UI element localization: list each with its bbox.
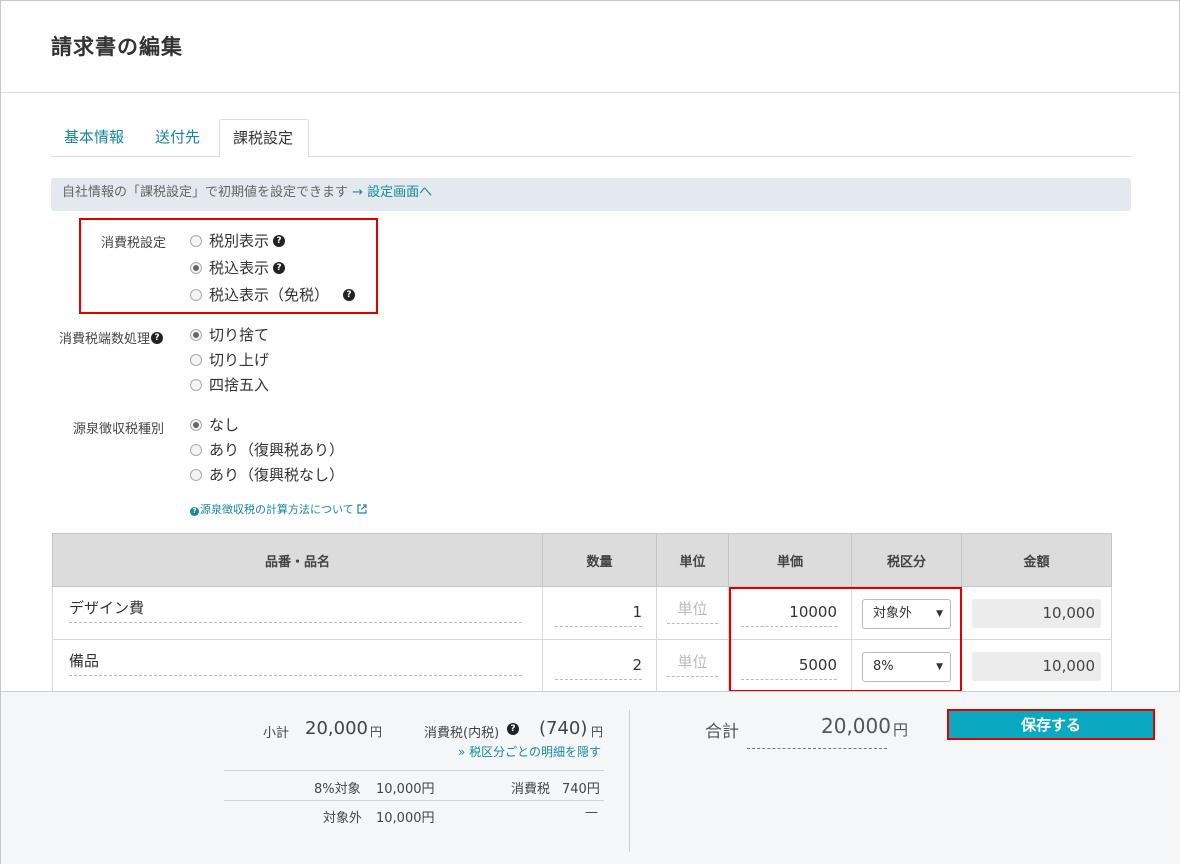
withholding-label: 源泉徴収税種別 [73, 422, 165, 437]
radio-tax-inclusive-exempt[interactable]: 税込表示（免税）? [190, 285, 356, 305]
radio-withholding-without-reconstruction[interactable]: あり（復興税なし） [190, 465, 344, 485]
col-header-amount: 金額 [961, 533, 1112, 587]
col-header-price: 単価 [728, 533, 852, 587]
rounding-label-text: 消費税端数処理 [59, 332, 151, 347]
page-header: 請求書の編集 [1, 1, 1179, 93]
radio-label: あり（復興税なし） [209, 466, 345, 484]
unit-input[interactable]: 単位 [667, 596, 718, 624]
cell-unit: 単位 [656, 639, 729, 693]
radio-button-checked[interactable] [190, 329, 202, 341]
radio-round-down[interactable]: 切り捨て [190, 325, 269, 345]
summary-footer: 小計 20,000 円 消費税(内税) ? (740) 円 » 税区分ごとの明細… [1, 691, 1180, 864]
toggle-detail-text: 税区分ごとの明細を隠す [469, 745, 602, 759]
breakdown-value: 10,000円 [376, 811, 435, 826]
tab-recipient[interactable]: 送付先 [143, 119, 213, 157]
breakdown-value: 10,000円 [376, 782, 435, 797]
col-header-item: 品番・品名 [52, 533, 543, 587]
radio-label: あり（復興税あり） [209, 441, 345, 459]
radio-button[interactable] [190, 469, 202, 481]
subtotal-value: 20,000 [305, 718, 368, 739]
radio-withholding-with-reconstruction[interactable]: あり（復興税あり） [190, 440, 344, 460]
toggle-detail-link[interactable]: » 税区分ごとの明細を隠す [458, 743, 601, 760]
divider [224, 800, 604, 801]
col-header-tax: 税区分 [851, 533, 962, 587]
external-link-icon [357, 504, 367, 514]
vertical-divider [629, 710, 630, 852]
cell-name: デザイン費 [52, 586, 543, 640]
radio-button[interactable] [190, 289, 202, 301]
tab-tax-settings[interactable]: 課税設定 [219, 119, 309, 158]
cell-qty: 1 [542, 586, 657, 640]
tax-yen: 円 [591, 725, 604, 739]
radio-label: 税別表示 [209, 232, 270, 250]
chevron-down-icon: » [458, 745, 466, 759]
breakdown-tax-value: — [585, 805, 598, 820]
highlight-box-price-tax [729, 587, 962, 692]
help-icon: ? [190, 507, 199, 516]
tax-label: 消費税(内税) [424, 726, 500, 741]
breakdown-label: 対象外 [323, 811, 363, 826]
radio-tax-inclusive[interactable]: 税込表示? [190, 258, 286, 278]
unit-input[interactable]: 単位 [667, 649, 718, 677]
subtotal-yen: 円 [370, 725, 383, 739]
cell-amount: 10,000 [961, 586, 1112, 640]
radio-withholding-none[interactable]: なし [190, 415, 239, 435]
notice-text: 自社情報の「課税設定」で初期値を設定できます [62, 185, 349, 200]
radio-button[interactable] [190, 444, 202, 456]
radio-round-up[interactable]: 切り上げ [190, 350, 269, 370]
total-label: 合計 [705, 722, 739, 742]
total-yen: 円 [893, 721, 909, 739]
radio-button-checked[interactable] [190, 262, 202, 274]
info-notice: 自社情報の「課税設定」で初期値を設定できます → 設定画面へ [51, 178, 1131, 211]
help-icon[interactable]: ? [151, 332, 164, 344]
breakdown-label: 8%対象 [314, 782, 361, 797]
qty-input[interactable]: 2 [555, 652, 642, 680]
radio-tax-exclusive[interactable]: 税別表示? [190, 231, 286, 251]
rounding-label: 消費税端数処理? [59, 328, 164, 347]
item-name-input[interactable]: デザイン費 [69, 595, 522, 623]
table-header-row: 品番・品名 数量 単位 単価 税区分 金額 [52, 533, 1112, 587]
radio-button[interactable] [190, 235, 202, 247]
radio-label: なし [209, 416, 240, 434]
save-button[interactable]: 保存する [947, 709, 1155, 740]
cell-amount: 10,000 [961, 639, 1112, 693]
help-link-text: 源泉徴収税の計算方法について [200, 503, 354, 516]
total-underline [747, 748, 887, 749]
help-icon[interactable]: ? [273, 235, 286, 247]
radio-round-half[interactable]: 四捨五入 [190, 375, 269, 395]
help-icon[interactable]: ? [507, 723, 519, 735]
breakdown-tax-value: 740円 [562, 782, 600, 797]
subtotal-label: 小計 [263, 726, 290, 741]
radio-label: 切り上げ [209, 351, 270, 369]
tax-setting-label: 消費税設定 [101, 236, 167, 251]
radio-label: 税込表示（免税） [209, 286, 330, 304]
cell-qty: 2 [542, 639, 657, 693]
col-header-unit: 単位 [656, 533, 729, 587]
item-name-input[interactable]: 備品 [69, 648, 522, 676]
qty-input[interactable]: 1 [555, 599, 642, 627]
tax-value: (740) [539, 718, 588, 739]
radio-label: 切り捨て [209, 326, 270, 344]
radio-button-checked[interactable] [190, 419, 202, 431]
settings-link[interactable]: → 設定画面へ [352, 185, 432, 200]
radio-button[interactable] [190, 379, 202, 391]
withholding-help-link[interactable]: ? 源泉徴収税の計算方法について [190, 501, 367, 517]
help-icon[interactable]: ? [273, 262, 286, 274]
cell-unit: 単位 [656, 586, 729, 640]
help-icon[interactable]: ? [343, 289, 356, 301]
tab-bar: 基本情報 送付先 課税設定 [51, 119, 1131, 158]
total-value: 20,000 [821, 714, 891, 738]
radio-label: 税込表示 [209, 259, 270, 277]
divider [224, 770, 604, 771]
cell-name: 備品 [52, 639, 543, 693]
amount-display: 10,000 [972, 599, 1101, 628]
col-header-qty: 数量 [542, 533, 657, 587]
breakdown-tax-label: 消費税 [511, 782, 551, 797]
radio-button[interactable] [190, 354, 202, 366]
amount-display: 10,000 [972, 652, 1101, 681]
tab-basic-info[interactable]: 基本情報 [51, 119, 141, 157]
page-title: 請求書の編集 [51, 35, 183, 59]
radio-label: 四捨五入 [209, 376, 270, 394]
